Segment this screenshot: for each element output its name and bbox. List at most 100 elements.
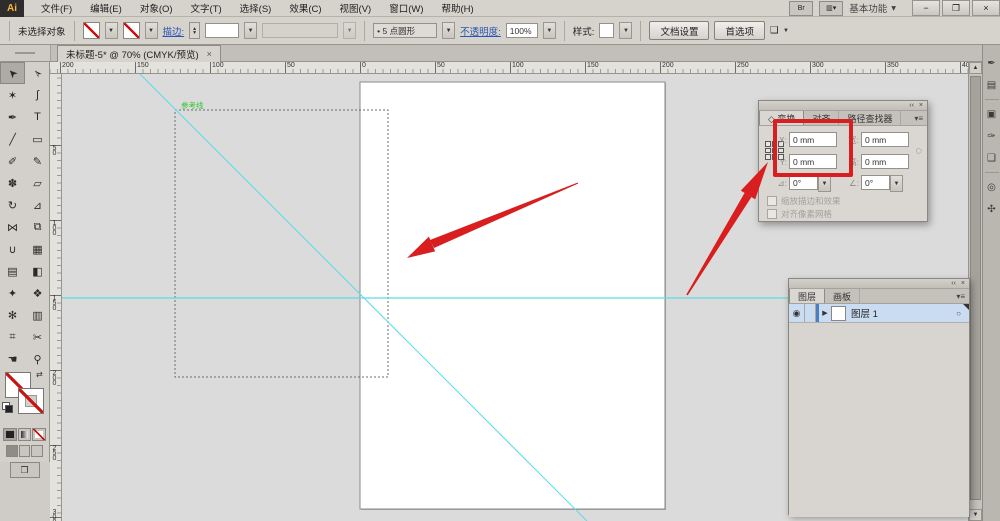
variable-width-profile-dropdown[interactable]: ▼ [343,22,356,39]
scroll-down-icon[interactable]: ▼ [969,509,982,521]
menu-item[interactable]: 选择(S) [231,0,281,17]
stepper-down-icon[interactable]: ▼ [192,31,197,35]
close-button[interactable]: × [972,0,1000,16]
color-button[interactable] [3,428,17,441]
menu-item[interactable]: 文件(F) [32,0,81,17]
rotate-input[interactable]: 0° [789,175,818,190]
arrange-documents-icon[interactable]: ▥▾ [819,1,843,16]
dock-panel-icon-stroke[interactable]: ✒ [984,55,1000,71]
menu-item[interactable]: 帮助(H) [433,0,483,17]
pencil-tool[interactable]: ✎ [25,150,50,172]
fill-color-swatch[interactable] [83,22,100,39]
lasso-tool[interactable]: ʃ [25,84,50,106]
change-screen-mode-button[interactable]: ❐ [10,462,40,478]
align-pixel-grid-checkbox[interactable] [767,209,777,219]
dock-panel-icon-links[interactable]: ✣ [984,201,1000,217]
collapse-icon[interactable]: ‹‹ [951,280,956,287]
dock-panel-icon-symbols[interactable]: ❑ [984,150,1000,166]
opacity-input[interactable]: 100% [506,23,538,38]
rotate-dropdown[interactable]: ▼ [818,175,831,192]
shear-dropdown[interactable]: ▼ [890,175,903,192]
tools-panel-header[interactable] [0,45,51,61]
rotate-tool[interactable]: ↻ [0,194,25,216]
opacity-label[interactable]: 不透明度: [460,24,501,38]
slice-tool[interactable]: ✂ [25,326,50,348]
close-icon[interactable]: × [207,49,212,59]
layer-name[interactable]: 图层 1 [851,306,878,320]
vertical-scrollbar[interactable]: ▲ ▼ [968,62,982,521]
swap-fill-stroke-icon[interactable]: ⇄ [36,370,43,379]
draw-inside-button[interactable] [31,445,43,457]
tab-artboards[interactable]: 画板 [825,289,860,303]
menu-item[interactable]: 窗口(W) [380,0,432,17]
layer-row[interactable]: ◉ ▶ 图层 1 ○ [789,304,969,323]
panel-options-icon[interactable]: ❑ [770,25,779,36]
magic-wand-tool[interactable]: ✶ [0,84,25,106]
horizontal-ruler[interactable]: 20015010050050100150200250300350400 [50,62,968,74]
none-button[interactable] [32,428,46,441]
zoom-tool[interactable]: ⚲ [25,348,50,370]
artboard-tool[interactable]: ⌗ [0,326,25,348]
fill-color-dropdown[interactable]: ▼ [105,22,118,39]
draw-normal-button[interactable] [6,445,18,457]
scale-strokes-checkbox[interactable] [767,196,777,206]
menu-item[interactable]: 文字(T) [182,0,231,17]
scrollbar-thumb[interactable] [970,76,981,500]
bridge-icon[interactable]: Br [789,1,813,16]
preferences-button[interactable]: 首选项 [714,21,765,40]
menu-item[interactable]: 效果(C) [280,0,330,17]
eraser-tool[interactable]: ▱ [25,172,50,194]
width-input[interactable]: 0 mm [861,132,909,147]
column-graph-tool[interactable]: ▥ [25,304,50,326]
menu-item[interactable]: 对象(O) [131,0,182,17]
stroke-swatch[interactable] [18,388,44,414]
menu-item[interactable]: 编辑(E) [81,0,131,17]
gradient-tool[interactable]: ◧ [25,260,50,282]
dock-panel-icon-graphic-styles[interactable]: ▣ [984,106,1000,122]
perspective-grid-tool[interactable]: ▦ [25,238,50,260]
stroke-weight-input[interactable] [205,23,239,38]
default-fill-stroke-icon[interactable] [2,402,12,412]
height-input[interactable]: 0 mm [861,154,909,169]
scale-tool[interactable]: ⊿ [25,194,50,216]
dock-panel-icon-brushes[interactable]: ✑ [984,128,1000,144]
scroll-up-icon[interactable]: ▲ [969,62,982,74]
opacity-dropdown[interactable]: ▼ [543,22,556,39]
symbol-sprayer-tool[interactable]: ✻ [0,304,25,326]
close-icon[interactable]: × [919,102,923,109]
direct-selection-tool[interactable]: ➢ [25,62,50,84]
rectangle-tool[interactable]: ▭ [25,128,50,150]
blend-tool[interactable]: ❖ [25,282,50,304]
stroke-color-dropdown[interactable]: ▼ [145,22,158,39]
document-setup-button[interactable]: 文档设置 [649,21,709,40]
stroke-weight-label[interactable]: 描边: [163,24,185,38]
width-tool[interactable]: ⋈ [0,216,25,238]
style-swatch[interactable] [599,23,614,38]
restore-button[interactable]: ❐ [942,0,970,16]
shape-builder-tool[interactable]: ∪ [0,238,25,260]
stroke-color-swatch[interactable] [123,22,140,39]
document-tab[interactable]: 未标题-5* @ 70% (CMYK/预览) × [57,45,221,62]
mesh-tool[interactable]: ▤ [0,260,25,282]
brush-definition-select[interactable]: • 5 点圆形 [373,23,437,38]
brush-definition-dropdown[interactable]: ▼ [442,22,455,39]
visibility-eye-icon[interactable]: ◉ [789,304,805,322]
type-tool[interactable]: T [25,106,50,128]
dock-panel-icon-swatches[interactable]: ▤ [984,77,1000,93]
draw-behind-button[interactable] [19,445,31,457]
constrain-proportions-icon[interactable]: ◌ [915,145,922,157]
line-segment-tool[interactable]: ╱ [0,128,25,150]
style-dropdown[interactable]: ▼ [619,22,632,39]
gradient-button[interactable] [18,428,32,441]
chevron-down-icon[interactable]: ▼ [781,23,792,38]
target-circle-icon[interactable]: ○ [956,309,961,318]
free-transform-tool[interactable]: ⧉ [25,216,50,238]
paintbrush-tool[interactable]: ✐ [0,150,25,172]
shear-input[interactable]: 0° [861,175,890,190]
panel-menu-icon[interactable]: ▾≡ [952,289,969,303]
close-icon[interactable]: × [961,280,965,287]
blob-brush-tool[interactable]: ✽ [0,172,25,194]
lock-cell[interactable] [805,304,816,322]
stroke-weight-stepper[interactable]: ▲ ▼ [189,22,200,39]
layer-thumbnail[interactable] [831,306,846,321]
